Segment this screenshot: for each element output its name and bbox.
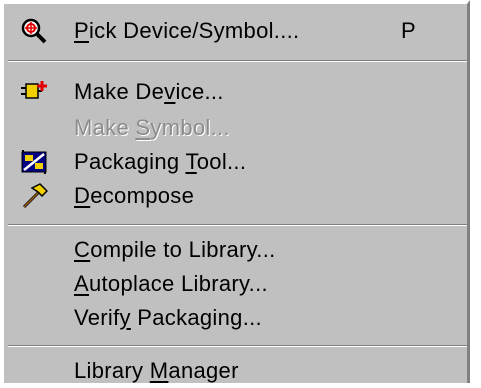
menu-item-label: Decompose: [74, 183, 195, 208]
menu-separator: [8, 224, 467, 226]
menu-item-label: Make Symbol...: [74, 115, 230, 140]
make-device-icon: [20, 78, 48, 106]
menu-item-packaging-tool[interactable]: Packaging Tool...: [8, 145, 463, 179]
context-menu: Pick Device/Symbol.... P Make Device... …: [0, 0, 470, 383]
menu-item-pick-device-symbol[interactable]: Pick Device/Symbol.... P: [8, 14, 463, 48]
menu-separator: [8, 345, 467, 347]
menu-item-label: Verify Packaging...: [74, 305, 262, 330]
menu-item-label: Autoplace Library...: [74, 271, 268, 296]
packaging-tool-icon: [20, 148, 48, 176]
magnifier-icon: [20, 17, 48, 45]
menu-item-label: Pick Device/Symbol....: [74, 18, 300, 43]
menu-item-label: Make Device...: [74, 79, 224, 104]
menu-item-compile-to-library[interactable]: Compile to Library...: [8, 233, 463, 267]
menu-item-verify-packaging[interactable]: Verify Packaging...: [8, 301, 463, 335]
menu-item-autoplace-library[interactable]: Autoplace Library...: [8, 267, 463, 301]
shortcut-key: P: [401, 18, 416, 43]
menu-item-label: Compile to Library...: [74, 237, 276, 262]
menu-item-make-device[interactable]: Make Device...: [8, 75, 463, 109]
menu-item-decompose[interactable]: Decompose: [8, 179, 463, 213]
menu-item-label: Packaging Tool...: [74, 149, 247, 174]
hammer-icon: [20, 182, 49, 210]
menu-separator: [8, 60, 467, 62]
menu-item-label: Library Manager: [74, 358, 239, 383]
menu-item-make-symbol[interactable]: Make Symbol...: [8, 111, 463, 145]
